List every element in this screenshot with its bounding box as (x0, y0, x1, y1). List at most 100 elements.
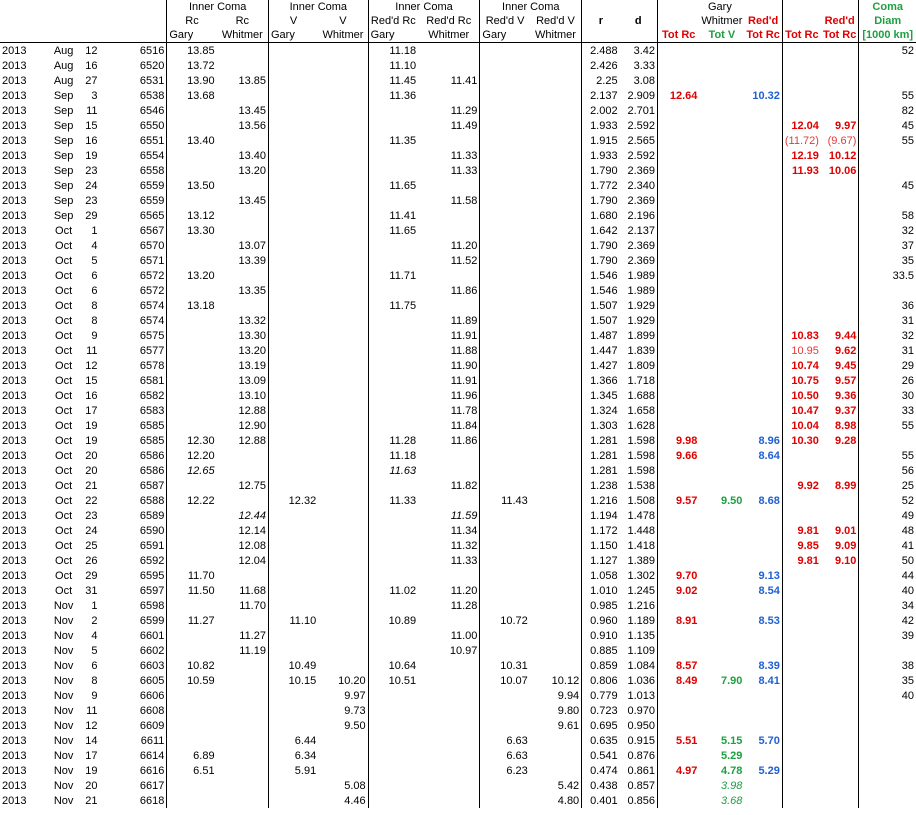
coma-diam-cell: 44 (858, 568, 916, 583)
month-cell: Nov (53, 734, 74, 747)
redd-v-gary-cell: 6.63 (479, 748, 530, 763)
r-cell: 0.910 (581, 628, 620, 643)
redd-rc-gary-cell (367, 193, 419, 208)
day-cell: 29 (85, 209, 98, 222)
redd-v-gary-cell (479, 373, 530, 388)
header-inner-coma: Inner Coma (367, 0, 480, 14)
d-cell: 1.598 (627, 449, 655, 462)
redd-tot-rc-cell (821, 208, 859, 223)
redd-tot-rc-cell (744, 253, 782, 268)
month-cell: Sep (53, 209, 74, 222)
rc-gary-cell: 10.82 (166, 658, 217, 673)
coma-diam-cell: 40 (858, 583, 916, 598)
v-whitmer-cell (318, 58, 368, 73)
redd-v-whitmer-cell: 9.61 (557, 719, 580, 732)
day-cell: 22 (85, 494, 98, 507)
whitmer-tot-v-cell (699, 298, 744, 313)
year-cell: 2013 (2, 794, 27, 807)
month-cell: Oct (55, 284, 73, 297)
header-tot-rc: Tot Rc (744, 28, 783, 43)
redd-rc-gary-cell (367, 283, 419, 298)
header-diam: Diam (858, 14, 916, 28)
r-cell: 1.281 (581, 448, 620, 463)
redd-tot-rc-cell: 9.36 (834, 389, 857, 402)
v-gary-cell (267, 418, 319, 433)
coma-diam-cell (858, 733, 916, 748)
coma-diam-cell (858, 748, 916, 763)
whitmer-tot-v-cell (699, 148, 744, 163)
coma-diam-cell (858, 718, 916, 733)
rc-whitmer-cell (217, 793, 269, 808)
v-gary-cell (267, 313, 319, 328)
day-cell: 20 (85, 449, 98, 462)
redd-v-gary-cell (479, 178, 530, 193)
table-row: 2013 Nov 14 6611 6.44 6.63 0.635 0.915 5.51 5.15 5… (0, 733, 916, 748)
gary-tot-rc-cell (657, 133, 700, 148)
table-row: 2013 Oct 19 6585 12.90 11.84 1.303 1.628 10.04 8.… (0, 418, 916, 433)
v-gary-cell (267, 793, 319, 808)
day-cell: 17 (85, 404, 98, 417)
month-cell: Nov (53, 719, 74, 732)
rc-gary-cell (166, 553, 217, 568)
d-cell: 2.369 (627, 254, 655, 267)
redd-rc-gary-cell (367, 688, 419, 703)
rc-whitmer-cell (217, 688, 269, 703)
v-gary-cell (267, 373, 319, 388)
r-cell: 1.303 (581, 418, 620, 433)
coma-diam-cell: 33.5 (858, 268, 916, 283)
redd-rc-gary-cell: 11.28 (367, 433, 419, 448)
year-cell: 2013 (2, 254, 27, 267)
tot-rc-cell: 12.19 (781, 148, 821, 163)
redd-rc-gary-cell: 11.45 (367, 73, 419, 88)
r-cell: 0.695 (581, 718, 620, 733)
redd-v-whitmer-cell (530, 403, 582, 418)
redd-rc-gary-cell (367, 103, 419, 118)
table-row: 2013 Sep 19 6554 13.40 11.33 1.933 2.592 12.19 10… (0, 148, 916, 163)
redd-v-gary-cell (479, 148, 530, 163)
redd-tot-rc-cell (744, 238, 782, 253)
redd-rc-whitmer-cell (418, 658, 480, 673)
r-cell: 0.960 (581, 613, 620, 628)
redd-v-gary-cell (479, 133, 530, 148)
coma-diam-cell: 36 (858, 298, 916, 313)
gary-tot-rc-cell (657, 748, 700, 763)
redd-v-whitmer-cell (530, 733, 582, 748)
v-whitmer-cell (318, 523, 368, 538)
redd-rc-gary-cell: 11.10 (367, 58, 419, 73)
spreadsheet: { "header": { "row1": {"inner_coma_a": "… (0, 0, 916, 815)
v-whitmer-cell (318, 643, 368, 658)
rc-gary-cell (166, 163, 217, 178)
tot-rc-cell (781, 88, 821, 103)
gary-tot-rc-cell (657, 403, 700, 418)
r-cell: 1.345 (581, 388, 620, 403)
d-cell: 2.369 (627, 239, 655, 252)
gary-tot-rc-cell (657, 328, 700, 343)
r-cell: 1.324 (581, 403, 620, 418)
d-cell: 1.478 (627, 509, 655, 522)
v-whitmer-cell (318, 388, 368, 403)
coma-diam-cell: 25 (858, 478, 916, 493)
table-row: 2013 Oct 4 6570 13.07 11.20 1.790 2.369 37 (0, 238, 916, 253)
header-redd-rc: Red'd Rc (367, 14, 419, 28)
redd-v-whitmer-cell (530, 508, 582, 523)
redd-v-whitmer-cell (530, 268, 582, 283)
redd-tot-rc-cell (821, 283, 859, 298)
v-whitmer-cell: 9.50 (344, 719, 366, 732)
day-cell: 3 (91, 89, 98, 102)
tot-rc-cell (781, 628, 821, 643)
tot-rc-cell (781, 508, 821, 523)
v-gary-cell (267, 148, 319, 163)
month-cell: Sep (53, 134, 74, 147)
redd-rc-gary-cell (367, 253, 419, 268)
year-cell: 2013 (2, 509, 27, 522)
redd-rc-whitmer-cell (418, 778, 480, 793)
redd-rc-whitmer-cell: 11.88 (450, 344, 478, 357)
redd-tot-rc-cell: 9.28 (834, 434, 857, 447)
month-cell: Oct (55, 329, 73, 342)
redd-tot-rc-cell (821, 643, 859, 658)
redd-rc-whitmer-cell: 11.84 (450, 419, 478, 432)
v-gary-cell (267, 433, 319, 448)
d-cell: 1.508 (627, 494, 655, 507)
rc-whitmer-cell (217, 733, 269, 748)
whitmer-tot-v-cell: 5.29 (720, 749, 743, 762)
